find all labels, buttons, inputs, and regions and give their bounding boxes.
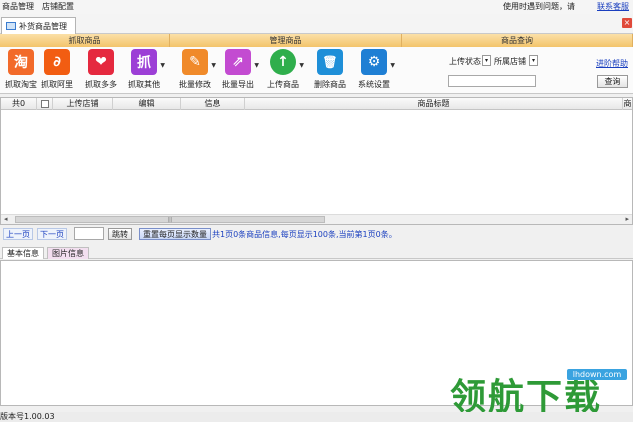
prev-page-button[interactable]: 上一页 (3, 228, 33, 240)
scroll-left-icon[interactable]: ◂ (4, 215, 8, 223)
scroll-right-icon[interactable]: ▸ (625, 215, 629, 223)
reset-per-page-button[interactable]: 重置每页显示数量 (139, 228, 211, 240)
tab-restock-management[interactable]: 补货商品管理 (1, 17, 76, 34)
tab-image-info[interactable]: 图片信息 (47, 247, 89, 259)
upload-status-select[interactable]: ▾ (482, 55, 491, 66)
gear-icon: ⚙ (361, 49, 387, 75)
upload-product-label: 上传商品 (267, 80, 299, 89)
select-all-checkbox[interactable] (41, 100, 49, 108)
shop-select[interactable]: ▾ (529, 55, 538, 66)
batch-export-label: 批量导出 (222, 80, 254, 89)
dropdown-arrow-icon[interactable]: ▼ (299, 62, 304, 69)
contact-support-link[interactable]: 联系客服 (597, 1, 629, 12)
grab-alibaba-label: 抓取阿里 (41, 80, 73, 89)
page-number-input[interactable] (74, 227, 104, 240)
pager: 上一页 下一页 跳转 重置每页显示数量 共1页0条商品信息,每页显示100条,当… (0, 226, 633, 242)
delete-product-label: 删除商品 (314, 80, 346, 89)
pinduoduo-icon: ❤ (88, 49, 114, 75)
batch-edit-button[interactable]: ✎ 批量修改 ▼ (174, 49, 216, 94)
grab-pinduoduo-label: 抓取多多 (85, 80, 117, 89)
tab-strip: 补货商品管理 × (0, 14, 633, 34)
col-upload-shop[interactable]: 上传店铺 (53, 98, 113, 110)
upload-status-label: 上传状态 (449, 57, 481, 66)
edit-icon: ✎ (182, 49, 208, 75)
col-count[interactable]: 共0 (1, 98, 37, 110)
close-tab-button[interactable]: × (622, 18, 632, 28)
delete-product-button[interactable]: 🗑 删除商品 (309, 49, 351, 94)
horizontal-scrollbar[interactable]: ◂ ||| ▸ (1, 214, 632, 224)
grid-header: 共0 上传店铺 编辑 信息 商品标题 商 (1, 98, 632, 110)
grab-other-icon: 抓 (131, 49, 157, 75)
tab-basic-info[interactable]: 基本信息 (2, 247, 44, 259)
shop-label: 所属店铺 (494, 57, 526, 66)
dropdown-arrow-icon[interactable]: ▼ (160, 62, 165, 69)
grab-pinduoduo-button[interactable]: ❤ 抓取多多 (80, 49, 122, 94)
system-settings-button[interactable]: ⚙ 系统设置 ▼ (353, 49, 395, 94)
pager-info: 共1页0条商品信息,每页显示100条,当前第1页0条。 (212, 230, 397, 239)
menu-item-shop-config[interactable]: 店铺配置 (42, 1, 74, 12)
query-button[interactable]: 查询 (597, 75, 628, 88)
product-grid: 共0 上传店铺 编辑 信息 商品标题 商 ◂ ||| ▸ (0, 97, 633, 225)
alibaba-icon: ∂ (44, 49, 70, 75)
col-info[interactable]: 信息 (181, 98, 245, 110)
query-input[interactable] (448, 75, 536, 87)
taobao-icon: 淘 (8, 49, 34, 75)
group-header-grab: 抓取商品 (0, 34, 170, 47)
monitor-icon (6, 22, 16, 30)
dropdown-arrow-icon[interactable]: ▼ (211, 62, 216, 69)
ribbon-toolbar: 抓取商品 管理商品 商品查询 淘 抓取淘宝 ∂ 抓取阿里 ❤ 抓取多多 抓 抓取… (0, 34, 633, 94)
scroll-thumb[interactable]: ||| (15, 216, 325, 223)
detail-tabs: 基本信息 图片信息 (0, 246, 633, 259)
upload-product-button[interactable]: ↑ 上传商品 ▼ (262, 49, 304, 94)
batch-edit-label: 批量修改 (179, 80, 211, 89)
col-truncated[interactable]: 商 (623, 98, 632, 110)
col-product-title[interactable]: 商品标题 (245, 98, 623, 110)
next-page-button[interactable]: 下一页 (37, 228, 67, 240)
group-header-manage: 管理商品 (170, 34, 402, 47)
grab-other-label: 抓取其他 (128, 80, 160, 89)
system-settings-label: 系统设置 (358, 80, 390, 89)
menu-item-product-management[interactable]: 商品管理 (2, 1, 34, 12)
batch-export-button[interactable]: ⇗ 批量导出 ▼ (217, 49, 259, 94)
grab-alibaba-button[interactable]: ∂ 抓取阿里 (36, 49, 78, 94)
advanced-help-link[interactable]: 进阶帮助 (596, 58, 628, 69)
upload-icon: ↑ (270, 49, 296, 75)
dropdown-arrow-icon[interactable]: ▼ (254, 62, 259, 69)
status-bar: 版本号1.00.03 (0, 412, 633, 422)
group-header-query: 商品查询 (402, 34, 633, 47)
col-edit[interactable]: 编辑 (113, 98, 181, 110)
trash-icon: 🗑 (317, 49, 343, 75)
export-icon: ⇗ (225, 49, 251, 75)
version-label: 版本号1.00.03 (0, 412, 55, 421)
help-text: 使用时遇到问题，请 (503, 2, 575, 11)
menu-bar: 商品管理 店铺配置 使用时遇到问题，请 联系客服 (0, 0, 633, 14)
watermark-url: lhdown.com (567, 369, 627, 380)
grab-other-button[interactable]: 抓 抓取其他 ▼ (123, 49, 165, 94)
dropdown-arrow-icon[interactable]: ▼ (390, 62, 395, 69)
go-page-button[interactable]: 跳转 (108, 228, 132, 240)
tab-label: 补货商品管理 (19, 21, 67, 31)
